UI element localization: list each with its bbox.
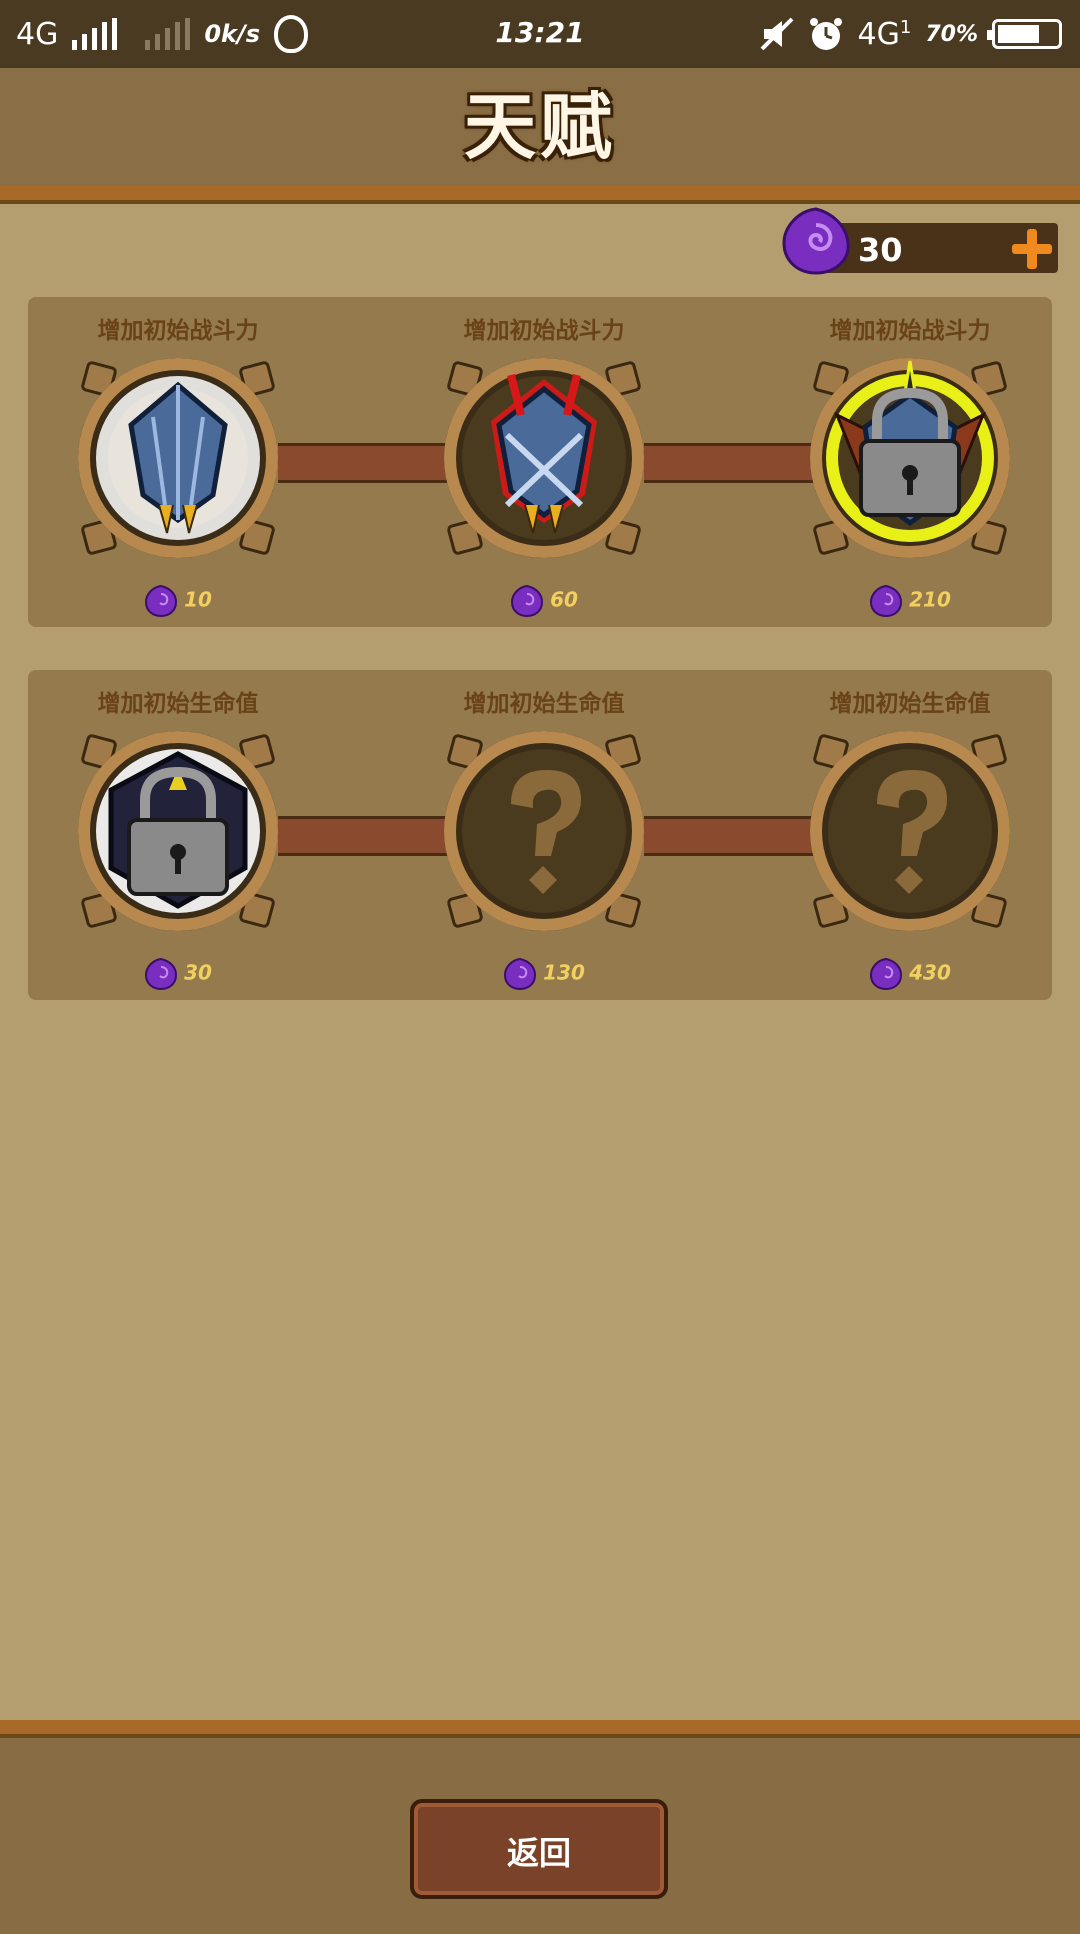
talent-cost: 60: [394, 584, 694, 618]
purple-gem-icon: [145, 957, 178, 991]
talent-label: 增加初始生命值: [829, 691, 991, 717]
network-sim-index: 1: [899, 16, 912, 38]
talent-cost: 30: [28, 957, 328, 991]
talent-node[interactable]: 增加初始战斗力 60: [394, 297, 694, 627]
bottom-bar: 返回: [0, 1720, 1080, 1934]
talent-node[interactable]: 增加初始战斗力 10: [28, 297, 328, 627]
talent-cost: 130: [394, 957, 694, 991]
talent-cost-value: 60: [550, 587, 578, 612]
talent-cost-value: 10: [184, 587, 212, 612]
status-bar: 4G 0k/s 13:21 4G1 70%: [0, 0, 1080, 68]
talent-label: 增加初始战斗力: [97, 318, 259, 344]
winged-shield-lock-icon: [810, 358, 1010, 558]
talent-cost-value: 130: [543, 960, 585, 985]
talent-label: 增加初始战斗力: [829, 318, 991, 344]
talent-cost: 210: [760, 584, 1060, 618]
blue-shield-icon: [78, 358, 278, 558]
talent-cost: 10: [28, 584, 328, 618]
add-currency-button[interactable]: [1012, 229, 1052, 269]
currency-amount: 30: [858, 231, 903, 269]
battery-icon: [987, 19, 1062, 49]
question-mark-icon: [444, 731, 644, 931]
currency-display: 30: [780, 205, 1058, 277]
talent-label: 增加初始生命值: [97, 691, 259, 717]
purple-gem-icon: [511, 584, 544, 618]
alarm-icon: [809, 18, 842, 50]
purple-gem-icon: [870, 584, 903, 618]
blue-shield-crossed-swords-icon: [444, 358, 644, 558]
purple-gem-icon: [145, 584, 178, 618]
back-button[interactable]: 返回: [410, 1799, 668, 1899]
network-type-right-label: 4G: [857, 16, 900, 52]
dark-hexagon-lock-icon: [78, 731, 278, 931]
talent-panel-health: 增加初始生命值 30 增加初始生命值 130 增加初始生命值 430: [28, 670, 1052, 1000]
purple-gem-icon: [870, 957, 903, 991]
purple-gem-icon: [504, 957, 537, 991]
title-bar: 天赋: [0, 68, 1080, 204]
talent-node[interactable]: 增加初始生命值 30: [28, 670, 328, 1000]
talent-cost: 430: [760, 957, 1060, 991]
talent-label: 增加初始生命值: [463, 691, 625, 717]
talent-node[interactable]: 增加初始生命值 130: [394, 670, 694, 1000]
talent-cost-value: 430: [909, 960, 951, 985]
question-mark-icon: [810, 731, 1010, 931]
talent-node[interactable]: 增加初始战斗力 210: [760, 297, 1060, 627]
battery-percent: 70%: [925, 21, 978, 47]
talent-panel-attack: 增加初始战斗力 10 增加初始战斗力 60 增加初始战斗力 210: [28, 297, 1052, 627]
talent-cost-value: 210: [909, 587, 951, 612]
talent-cost-value: 30: [184, 960, 212, 985]
page-title: 天赋: [463, 85, 616, 169]
talent-label: 增加初始战斗力: [463, 318, 625, 344]
network-type-right: 4G1: [858, 17, 912, 52]
talent-node[interactable]: 增加初始生命值 430: [760, 670, 1060, 1000]
purple-gem-icon: [782, 207, 850, 275]
mute-icon: [760, 17, 793, 51]
